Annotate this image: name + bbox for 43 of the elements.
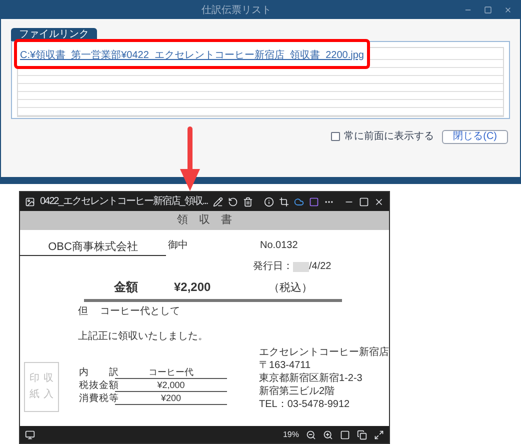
monitor-icon[interactable] <box>25 430 35 440</box>
close-button[interactable]: 閉じる(C) <box>442 130 508 144</box>
stamp-label: 印紙 <box>30 372 40 402</box>
receipt-number: No.0132 <box>260 239 298 253</box>
window-title: 仕訳伝票リスト <box>200 4 272 18</box>
image-icon[interactable] <box>25 196 35 206</box>
info-icon[interactable] <box>264 196 274 206</box>
redacted-block <box>293 262 309 272</box>
square-icon[interactable] <box>309 196 319 206</box>
issue-date: /4/22 <box>309 260 332 274</box>
checkbox[interactable] <box>331 132 340 141</box>
arrow-drawing <box>180 126 200 191</box>
close-icon[interactable] <box>374 196 384 206</box>
delete-icon[interactable] <box>242 196 253 206</box>
amount: ¥2,200 <box>174 279 211 296</box>
copy-icon[interactable] <box>357 430 367 440</box>
issue-date-label: 発行日： <box>253 260 293 274</box>
cloud-icon[interactable] <box>294 196 304 206</box>
recipient-name: OBC商事株式会社 <box>20 239 166 256</box>
issuer-line: エクセレントコーヒー新宿店 <box>259 346 389 358</box>
zoom-in-icon[interactable] <box>323 430 333 440</box>
zoom-level: 19% <box>282 428 299 440</box>
file-name: 0422_エクセレントコーヒー新宿店_領収... <box>40 194 208 209</box>
rotate-icon[interactable] <box>228 196 238 206</box>
fullscreen-icon[interactable] <box>374 430 384 440</box>
edit-icon[interactable] <box>212 196 223 206</box>
issuer-line: 〒163-4711 <box>259 358 312 372</box>
issuer-line: 新宿第三ビル2階 <box>259 384 336 398</box>
issuer-line: 東京都新宿区新宿1-2-3 <box>259 372 364 384</box>
received-text: 上記正に領収いたしました。 <box>78 330 209 344</box>
crop-icon[interactable] <box>279 196 289 206</box>
frame-icon[interactable] <box>340 430 350 440</box>
checkbox-label: 常に前面に表示する <box>344 130 434 144</box>
issuer-line: TEL：03-5478-9912 <box>259 398 351 410</box>
file-link[interactable]: C:¥領収書_第一営業部¥0422_エクセレントコーヒー新宿店_領収書_2200.jpg <box>20 50 364 60</box>
purpose-text: コーヒー代として <box>100 304 180 318</box>
purpose-prefix: 但 <box>78 304 88 318</box>
honorific: 御中 <box>168 238 188 253</box>
zoom-out-icon[interactable] <box>306 430 316 440</box>
amount-label: 金額 <box>114 279 138 296</box>
receipt-title: 領 収 書 <box>20 211 389 230</box>
tax-note: （税込） <box>268 281 313 296</box>
stamp-label: 収入 <box>44 372 54 402</box>
